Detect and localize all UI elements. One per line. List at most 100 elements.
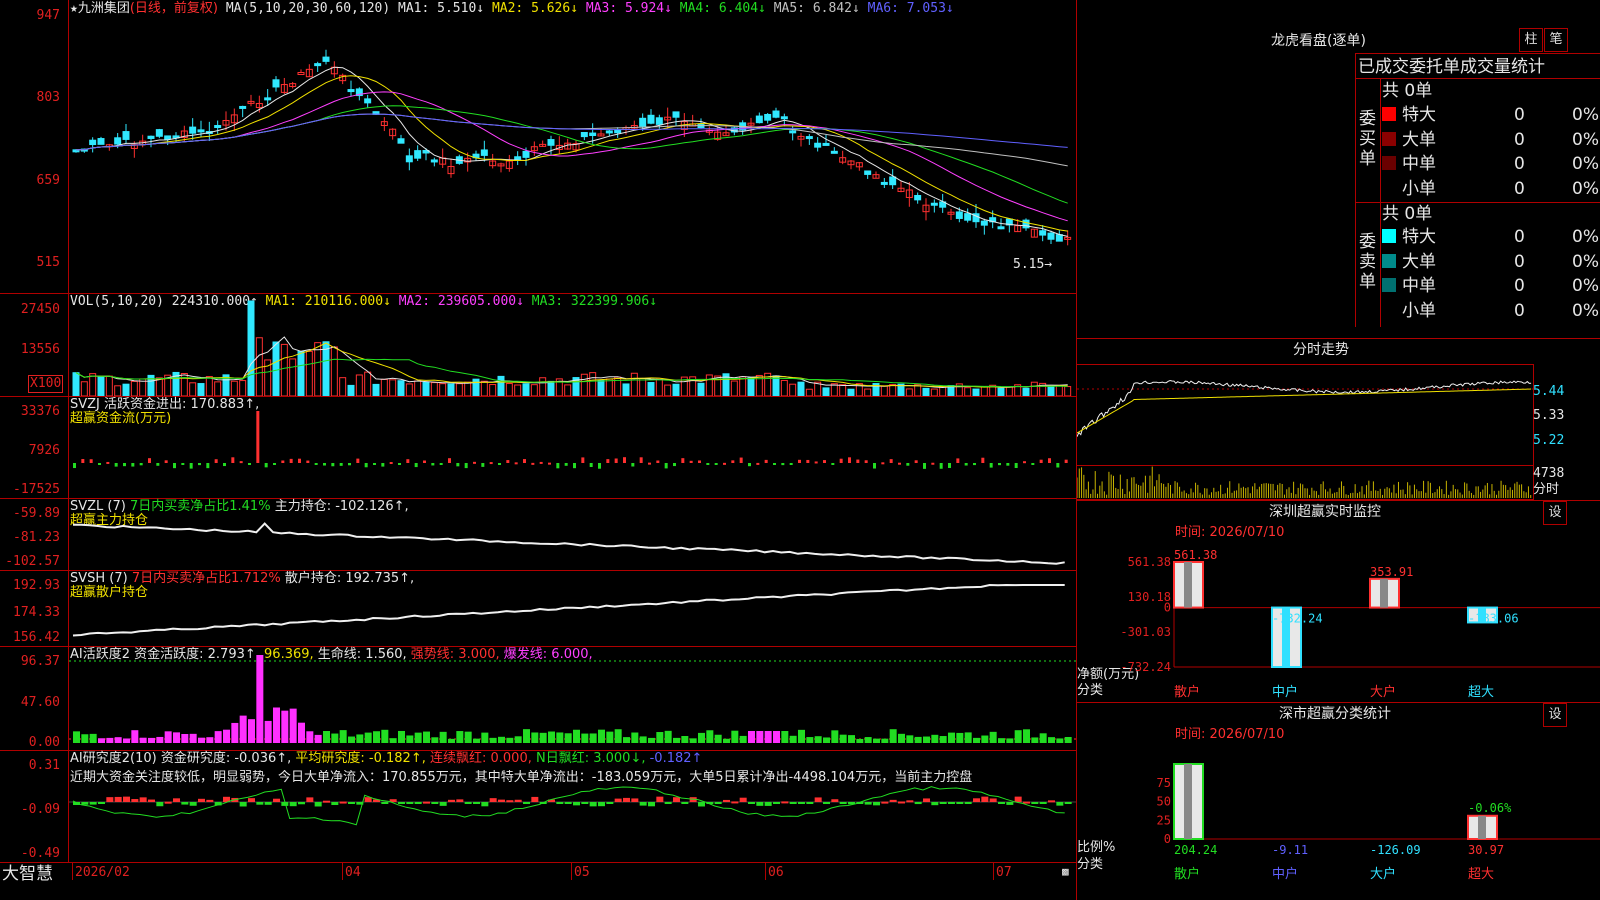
activity-bar bbox=[773, 731, 780, 743]
activity-bar bbox=[398, 730, 405, 743]
main-force-holding-chart[interactable] bbox=[69, 499, 1076, 570]
volume-bar bbox=[422, 381, 430, 396]
monitor-settings-button[interactable]: 设 bbox=[1543, 501, 1567, 525]
activity-bar bbox=[106, 737, 114, 743]
activity-bar bbox=[448, 738, 455, 743]
volume-bar bbox=[72, 372, 80, 396]
activity-bar bbox=[806, 737, 814, 743]
activity-bar bbox=[198, 737, 205, 743]
volume-bar bbox=[214, 381, 222, 396]
research-bar bbox=[1039, 802, 1047, 804]
flow-bar bbox=[706, 463, 710, 465]
activity-bar bbox=[431, 737, 439, 743]
svzj-tick: -17525 bbox=[13, 482, 60, 497]
research-bar bbox=[739, 797, 747, 802]
volume-chart[interactable] bbox=[69, 294, 1076, 396]
main-chart-area[interactable]: ★九洲集团(日线，前复权) MA(5,10,20,30,60,120) MA1:… bbox=[0, 0, 1077, 900]
research-bar bbox=[514, 799, 522, 802]
candlestick-chart[interactable] bbox=[69, 0, 1076, 293]
candle bbox=[405, 155, 413, 163]
monitor-bar-stripe bbox=[1380, 578, 1388, 608]
activity-bar bbox=[406, 735, 414, 743]
color-swatch-icon bbox=[1382, 253, 1396, 268]
activity-bar bbox=[648, 737, 655, 743]
candle bbox=[272, 79, 280, 88]
research-bar bbox=[714, 802, 722, 804]
research-bar bbox=[173, 798, 180, 802]
x-axis-label: 07 bbox=[996, 865, 1012, 880]
flow-bar bbox=[548, 462, 551, 465]
flow-bar bbox=[581, 457, 585, 463]
volume-bar bbox=[180, 372, 188, 396]
research-bar bbox=[1048, 800, 1055, 803]
flow-bar bbox=[106, 461, 110, 464]
flow-bar bbox=[464, 463, 468, 469]
research-bar bbox=[348, 802, 355, 804]
flow-bar bbox=[623, 457, 626, 463]
activity-bar bbox=[1006, 738, 1014, 743]
monitor-bar-chart[interactable]: 561.38130.180-301.03-732.24561.38散户-732.… bbox=[1077, 540, 1600, 702]
research-bar bbox=[814, 797, 822, 802]
candle bbox=[814, 142, 822, 148]
classify-category-label: 大户 bbox=[1370, 866, 1396, 882]
ai-active-tick: 47.60 bbox=[20, 695, 60, 710]
activity-bar bbox=[714, 734, 722, 743]
research-bar bbox=[806, 802, 814, 804]
ai-research-tick: -0.09 bbox=[20, 802, 60, 817]
research-bar bbox=[481, 802, 489, 807]
activity-bar bbox=[89, 733, 97, 743]
ai-research-tick: 0.31 bbox=[28, 758, 60, 773]
classify-bar-chart[interactable]: 75 50 25 0204.24 散户 -9.11 中户 -126.09 大户 30.97 超大 -0… bbox=[1077, 742, 1600, 900]
activity-bar bbox=[414, 732, 422, 743]
retail-holding-chart[interactable] bbox=[69, 571, 1076, 646]
flow-bar bbox=[189, 463, 193, 469]
activity-bar bbox=[623, 737, 630, 743]
candle bbox=[772, 110, 780, 118]
volume-bar bbox=[922, 387, 930, 396]
lock-icon[interactable]: ▩ bbox=[1062, 864, 1069, 880]
volume-bar bbox=[105, 375, 113, 396]
candle bbox=[980, 220, 988, 226]
research-bar bbox=[981, 796, 989, 802]
intraday-chart[interactable] bbox=[1077, 365, 1533, 498]
volume-bar bbox=[447, 383, 455, 396]
volume-bar bbox=[530, 384, 538, 396]
volume-bar bbox=[230, 380, 238, 396]
volume-bar bbox=[747, 377, 755, 396]
flow-bar bbox=[939, 463, 943, 469]
activity-bar bbox=[256, 655, 264, 743]
order-size-label: 特大 bbox=[1402, 227, 1436, 247]
color-swatch-icon bbox=[1382, 156, 1396, 170]
flow-bar bbox=[523, 459, 526, 463]
volume-bar bbox=[472, 378, 480, 396]
candle bbox=[239, 105, 247, 109]
activity-bar bbox=[639, 736, 647, 743]
tab-bar-chart[interactable]: 柱 bbox=[1519, 28, 1543, 52]
flow-bar bbox=[156, 463, 160, 466]
price-tick: 803 bbox=[36, 90, 60, 105]
ai-activity-chart[interactable] bbox=[69, 647, 1076, 750]
activity-bar bbox=[331, 733, 339, 743]
volume-bar bbox=[289, 358, 297, 396]
activity-bar bbox=[956, 732, 964, 743]
fund-flow-chart[interactable] bbox=[69, 397, 1076, 498]
volume-bar bbox=[364, 371, 372, 396]
activity-bar bbox=[189, 733, 197, 743]
flow-bar bbox=[256, 411, 260, 463]
research-bar bbox=[531, 796, 539, 802]
activity-bar bbox=[164, 731, 172, 743]
classify-settings-button[interactable]: 设 bbox=[1543, 703, 1567, 727]
flow-bar bbox=[848, 457, 851, 463]
volume-bar bbox=[497, 375, 505, 396]
activity-bar bbox=[614, 729, 622, 743]
research-bar bbox=[456, 799, 464, 802]
order-count: 0 bbox=[1514, 178, 1525, 199]
activity-bar bbox=[523, 729, 530, 743]
research-bar bbox=[498, 799, 505, 802]
volume-bar bbox=[1005, 386, 1013, 396]
flow-bar bbox=[1064, 459, 1068, 463]
legend-item: 平均研究度: -0.182↑, bbox=[295, 751, 430, 766]
flow-bar bbox=[98, 463, 101, 465]
ai-research-chart[interactable] bbox=[69, 786, 1076, 862]
tab-tick-detail[interactable]: 笔 bbox=[1544, 28, 1568, 52]
